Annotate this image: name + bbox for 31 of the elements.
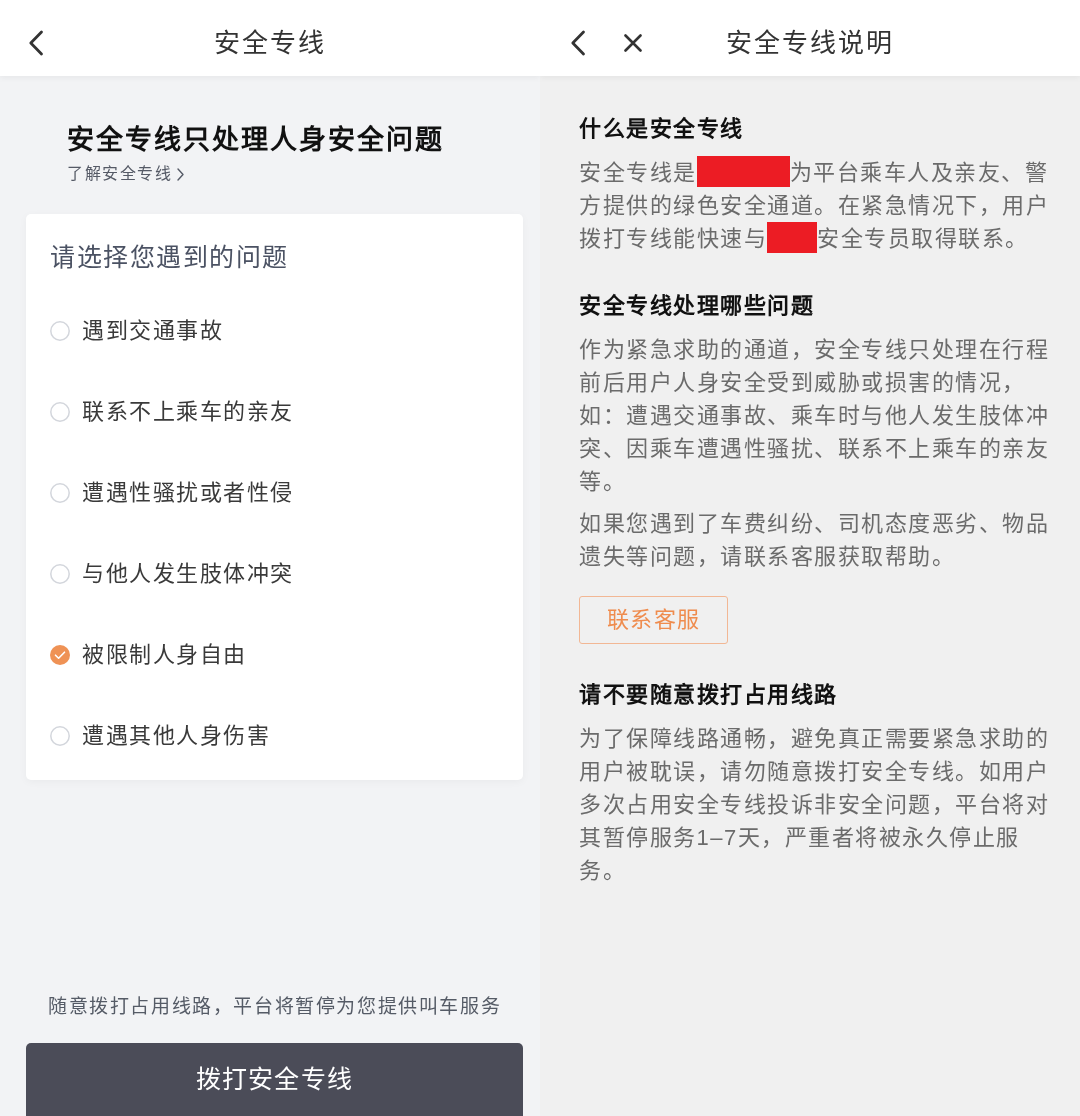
problem-option[interactable]: 遭遇其他人身伤害: [50, 720, 270, 751]
problem-option[interactable]: 被限制人身自由: [50, 639, 247, 670]
radio-checked-icon[interactable]: [50, 644, 70, 665]
body-paragraph: 为了保障线路通畅，避免真正需要紧急求助的用户被耽误，请勿随意拨打安全专线。如用户多次占用安全专线投诉非安全问题，平台将对其暂停服务1–7天，严重者将被永久停止服务。: [579, 725, 1050, 885]
chevron-right-icon: [177, 167, 184, 181]
headline: 安全专线只处理人身安全问题: [67, 124, 444, 157]
radio-icon[interactable]: [50, 563, 70, 584]
section-heading: 什么是安全专线: [579, 115, 744, 143]
call-safety-line-button[interactable]: 拨打安全专线: [26, 1043, 523, 1116]
close-icon[interactable]: [624, 34, 642, 52]
radio-icon[interactable]: [50, 320, 70, 341]
problem-option[interactable]: 联系不上乘车的亲友: [50, 396, 294, 427]
radio-icon[interactable]: [50, 482, 70, 503]
problem-option[interactable]: 遇到交通事故: [50, 315, 223, 346]
screen-title: 安全专线说明: [726, 27, 894, 60]
problem-option[interactable]: 与他人发生肢体冲突: [50, 558, 294, 589]
body-paragraph: 安全专线是 为平台乘车人及亲友、警方提供的绿色安全通道。在紧急情况下，用户拨打专线能快速与 安全专员取得联系。: [579, 156, 1051, 255]
section-heading: 安全专线处理哪些问题: [579, 292, 814, 320]
radio-icon[interactable]: [50, 401, 70, 422]
radio-icon[interactable]: [50, 725, 70, 746]
card-title: 请选择您遇到的问题: [50, 242, 290, 273]
section-heading: 请不要随意拨打占用线路: [579, 681, 838, 709]
back-icon[interactable]: [28, 30, 44, 56]
learn-more-link[interactable]: 了解安全专线: [67, 163, 184, 185]
body-paragraph: 如果您遇到了车费纠纷、司机态度恶劣、物品遗失等问题，请联系客服获取帮助。: [579, 510, 1050, 571]
redaction-block: [767, 222, 817, 253]
body-paragraph: 作为紧急求助的通道，安全专线只处理在行程前后用户人身安全受到威胁或损害的情况，如：遭遇交通事故、乘车时与他人发生肢体冲突、因乘车遭遇性骚扰、联系不上乘车的亲友等。: [579, 336, 1050, 496]
back-icon[interactable]: [570, 30, 586, 56]
warning-note: 随意拨打占用线路，平台将暂停为您提供叫车服务: [48, 995, 502, 1019]
screen-title: 安全专线: [214, 27, 326, 60]
problem-option[interactable]: 遭遇性骚扰或者性侵: [50, 477, 294, 508]
